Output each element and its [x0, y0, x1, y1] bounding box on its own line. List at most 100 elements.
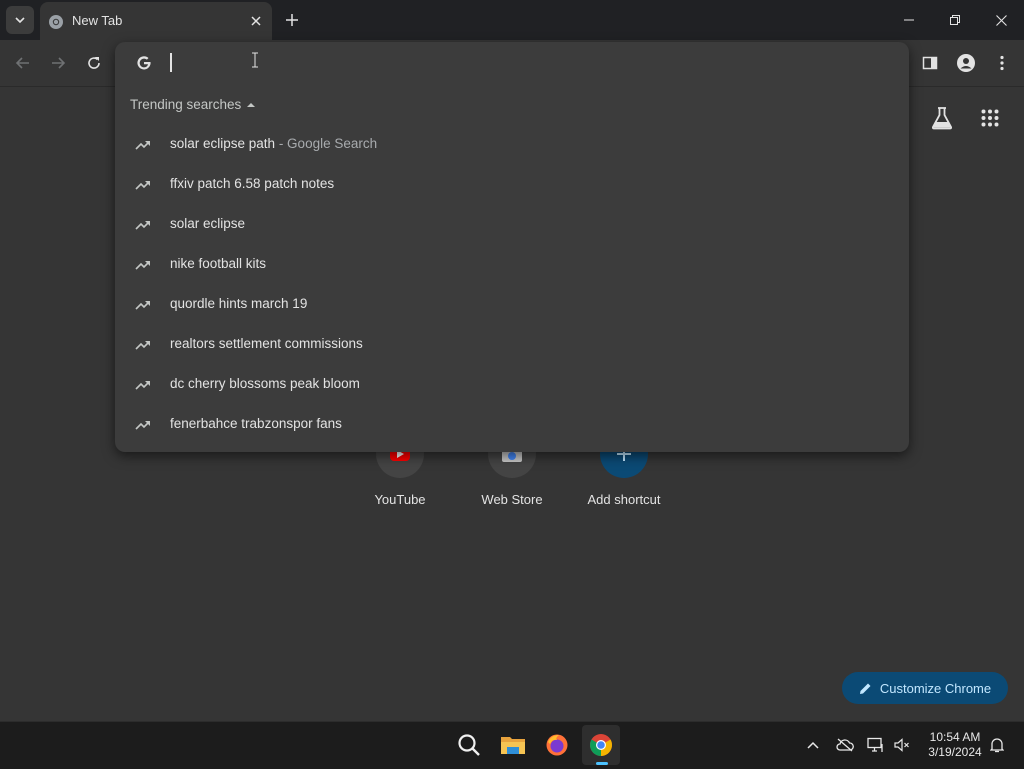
new-tab-button[interactable] [280, 8, 304, 32]
cloud-off-icon [836, 738, 854, 752]
trending-search-item[interactable]: solar eclipse [115, 205, 909, 245]
trending-search-item[interactable]: realtors settlement commissions [115, 325, 909, 365]
restore-icon [950, 15, 960, 25]
close-window-button[interactable] [978, 0, 1024, 40]
trending-search-query: ffxiv patch 6.58 patch notes [170, 176, 335, 191]
trending-search-text: realtors settlement commissions [170, 336, 363, 351]
trending-search-item[interactable]: ffxiv patch 6.58 patch notes [115, 165, 909, 205]
trending-searches-header[interactable]: Trending searches [130, 97, 256, 112]
trending-up-icon [135, 181, 150, 190]
arrow-left-icon [15, 57, 29, 69]
trending-up-icon [135, 221, 150, 230]
volume-muted-icon [894, 738, 909, 752]
bell-icon [990, 738, 1004, 753]
taskbar-file-explorer-button[interactable] [494, 725, 532, 765]
close-icon [995, 14, 1007, 26]
clock-date: 3/19/2024 [928, 745, 982, 759]
trending-search-query: realtors settlement commissions [170, 336, 363, 351]
trending-search-query: solar eclipse path [170, 136, 276, 151]
side-panel-button[interactable] [915, 48, 945, 78]
trending-up-icon [135, 421, 150, 430]
shortcut-youtube-label[interactable]: YouTube [344, 492, 456, 507]
trending-search-query: dc cherry blossoms peak bloom [170, 376, 360, 391]
add-shortcut-label[interactable]: Add shortcut [568, 492, 680, 507]
taskbar-chrome-button[interactable] [582, 725, 620, 765]
profile-button[interactable] [951, 48, 981, 78]
reload-button[interactable] [79, 48, 109, 78]
tab-title: New Tab [72, 13, 123, 28]
trending-search-text: solar eclipse [170, 216, 245, 231]
trending-searches-label: Trending searches [130, 97, 242, 112]
flask-icon [931, 107, 953, 130]
file-explorer-icon [501, 737, 525, 754]
more-vertical-icon [1000, 55, 1004, 71]
close-icon [251, 16, 261, 26]
chevron-down-icon [15, 17, 25, 24]
arrow-right-icon [52, 57, 66, 69]
trending-up-icon [135, 341, 150, 350]
forward-button[interactable] [43, 48, 73, 78]
trending-search-item[interactable]: solar eclipse path - Google Search [115, 125, 909, 165]
show-hidden-icons-button[interactable] [801, 732, 825, 758]
chrome-labs-button[interactable] [928, 104, 956, 132]
volume-button[interactable] [890, 732, 914, 758]
trending-up-icon [135, 301, 150, 310]
taskbar-search-button[interactable] [450, 725, 488, 765]
clock-time: 10:54 AM [929, 730, 981, 744]
omnibox-input[interactable] [167, 50, 467, 74]
trending-search-text: nike football kits [170, 256, 266, 271]
google-apps-button[interactable] [976, 104, 1004, 132]
onedrive-button[interactable] [833, 732, 857, 758]
customize-chrome-button[interactable]: Customize Chrome [842, 672, 1008, 704]
back-button[interactable] [8, 48, 38, 78]
pencil-icon [859, 683, 871, 694]
text-cursor-icon [252, 52, 258, 68]
profile-icon [957, 54, 975, 72]
reload-icon [88, 57, 100, 69]
trending-up-icon [135, 261, 150, 270]
taskbar-clock[interactable]: 10:54 AM 3/19/2024 [920, 730, 990, 760]
trending-search-item[interactable]: fenerbahce trabzonspor fans [115, 405, 909, 445]
network-icon [867, 737, 883, 752]
search-icon [458, 734, 480, 756]
active-app-indicator [596, 762, 608, 765]
restore-button[interactable] [932, 0, 978, 40]
omnibox-dropdown: Trending searches solar eclipse path - G… [115, 42, 909, 452]
trending-search-item[interactable]: quordle hints march 19 [115, 285, 909, 325]
chrome-favicon-icon [49, 15, 63, 29]
text-caret [170, 53, 172, 72]
apps-grid-icon [981, 109, 999, 127]
trending-search-text: ffxiv patch 6.58 patch notes [170, 176, 334, 191]
customize-chrome-label: Customize Chrome [879, 680, 992, 696]
trending-search-text: fenerbahce trabzonspor fans [170, 416, 342, 431]
tab-new-tab[interactable]: New Tab [40, 2, 272, 40]
minimize-icon [904, 19, 914, 21]
trending-search-text: quordle hints march 19 [170, 296, 307, 311]
side-panel-icon [922, 56, 938, 70]
network-button[interactable] [864, 732, 888, 758]
taskbar: 10:54 AM 3/19/2024 [0, 721, 1024, 769]
google-g-icon [137, 56, 151, 70]
chrome-icon [590, 734, 612, 756]
trending-search-suffix: - Google Search [275, 136, 378, 151]
tab-close-button[interactable] [246, 11, 266, 31]
trending-search-query: fenerbahce trabzonspor fans [170, 416, 342, 431]
tab-strip: New Tab [0, 0, 1024, 40]
trending-up-icon [135, 381, 150, 390]
trending-up-icon [135, 141, 150, 150]
taskbar-firefox-button[interactable] [538, 725, 576, 765]
menu-button[interactable] [987, 48, 1017, 78]
trending-search-item[interactable]: dc cherry blossoms peak bloom [115, 365, 909, 405]
trending-search-query: solar eclipse [170, 216, 246, 231]
minimize-button[interactable] [886, 0, 932, 40]
trending-search-text: solar eclipse path - Google Search [170, 136, 377, 151]
shortcut-web-store-label[interactable]: Web Store [456, 492, 568, 507]
caret-up-icon [247, 102, 256, 107]
trending-search-query: nike football kits [170, 256, 267, 271]
trending-search-item[interactable]: nike football kits [115, 245, 909, 285]
notifications-button[interactable] [985, 732, 1009, 758]
chevron-up-icon [807, 741, 819, 749]
trending-search-query: quordle hints march 19 [170, 296, 308, 311]
trending-search-text: dc cherry blossoms peak bloom [170, 376, 360, 391]
tab-search-button[interactable] [6, 6, 34, 34]
